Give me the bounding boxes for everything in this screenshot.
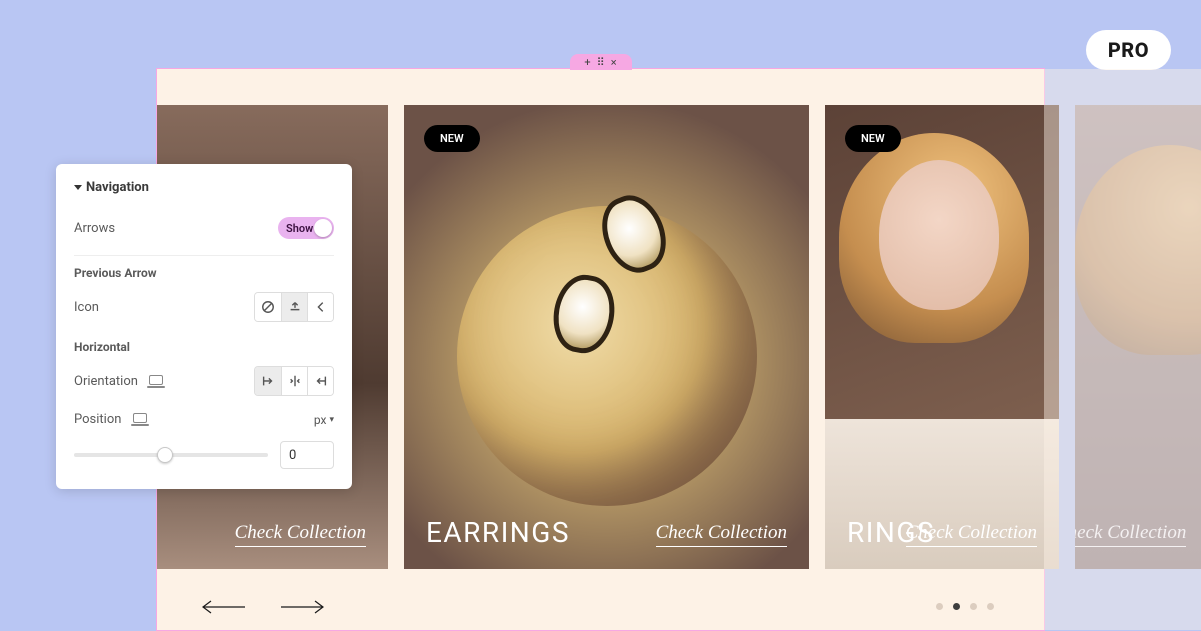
slide-4[interactable]: Check Collection (1075, 105, 1201, 569)
position-row: Position px ▾ (74, 404, 334, 435)
chevron-left-icon (314, 300, 328, 314)
chevron-down-icon: ▾ (329, 415, 334, 425)
icon-segmented (254, 292, 334, 322)
slide-3[interactable]: NEW RINGS Check Collection (825, 105, 1059, 569)
check-collection-link[interactable]: Check Collection (656, 522, 787, 547)
new-badge: NEW (424, 125, 480, 152)
position-slider-row: 0 (74, 441, 334, 469)
carousel-arrows (201, 596, 325, 618)
caret-down-icon (74, 185, 82, 190)
position-label: Position (74, 412, 147, 427)
arrow-left-icon (201, 600, 247, 614)
icon-chevron-option[interactable] (307, 293, 333, 321)
none-icon (261, 300, 275, 314)
align-right-icon (314, 374, 328, 388)
icon-upload-option[interactable] (281, 293, 307, 321)
align-left-option[interactable] (255, 367, 281, 395)
upload-icon (288, 300, 302, 314)
orientation-label: Orientation (74, 374, 163, 389)
icon-row: Icon (74, 284, 334, 330)
section-heading-label: Navigation (86, 180, 149, 195)
position-slider[interactable] (74, 453, 268, 457)
toggle-knob (314, 219, 332, 237)
handle-close-icon[interactable]: × (611, 57, 617, 68)
slide-title: EARRINGS (426, 516, 570, 549)
dot-4[interactable] (987, 603, 994, 610)
previous-arrow-heading: Previous Arrow (74, 266, 334, 280)
prev-arrow-button[interactable] (201, 596, 247, 618)
check-collection-link[interactable]: Check Collection (235, 522, 366, 547)
dot-2[interactable] (953, 603, 960, 610)
handle-add-icon[interactable]: + (584, 57, 590, 68)
unit-select[interactable]: px ▾ (314, 413, 334, 427)
orientation-segmented (254, 366, 334, 396)
orientation-row: Orientation (74, 358, 334, 404)
product-image-peach (457, 206, 757, 506)
model-face (879, 160, 999, 310)
model-hair (1075, 145, 1201, 355)
desktop-icon[interactable] (149, 375, 163, 385)
arrows-label: Arrows (74, 221, 115, 236)
dot-3[interactable] (970, 603, 977, 610)
position-input[interactable]: 0 (280, 441, 334, 469)
check-collection-link[interactable]: Check Collection (906, 522, 1037, 547)
check-collection-link[interactable]: Check Collection (1075, 522, 1186, 547)
slide-2[interactable]: NEW EARRINGS Check Collection (404, 105, 809, 569)
icon-label: Icon (74, 300, 99, 315)
next-arrow-button[interactable] (279, 596, 325, 618)
slider-thumb[interactable] (157, 447, 173, 463)
handle-drag-icon[interactable]: ⠿ (597, 57, 605, 68)
dot-1[interactable] (936, 603, 943, 610)
arrows-toggle[interactable]: Show (278, 217, 334, 239)
section-handle[interactable]: + ⠿ × (570, 54, 632, 70)
align-center-icon (288, 374, 302, 388)
align-right-option[interactable] (307, 367, 333, 395)
horizontal-heading: Horizontal (74, 340, 334, 354)
toggle-text: Show (278, 222, 313, 235)
align-center-option[interactable] (281, 367, 307, 395)
section-heading[interactable]: Navigation (74, 180, 334, 195)
desktop-icon[interactable] (133, 413, 147, 423)
arrows-toggle-row: Arrows Show (74, 209, 334, 256)
carousel-dots (936, 603, 994, 610)
align-left-icon (261, 374, 275, 388)
icon-none-option[interactable] (255, 293, 281, 321)
new-badge: NEW (845, 125, 901, 152)
arrow-right-icon (279, 600, 325, 614)
pro-badge: PRO (1086, 30, 1171, 70)
navigation-settings-panel: Navigation Arrows Show Previous Arrow Ic… (56, 164, 352, 489)
